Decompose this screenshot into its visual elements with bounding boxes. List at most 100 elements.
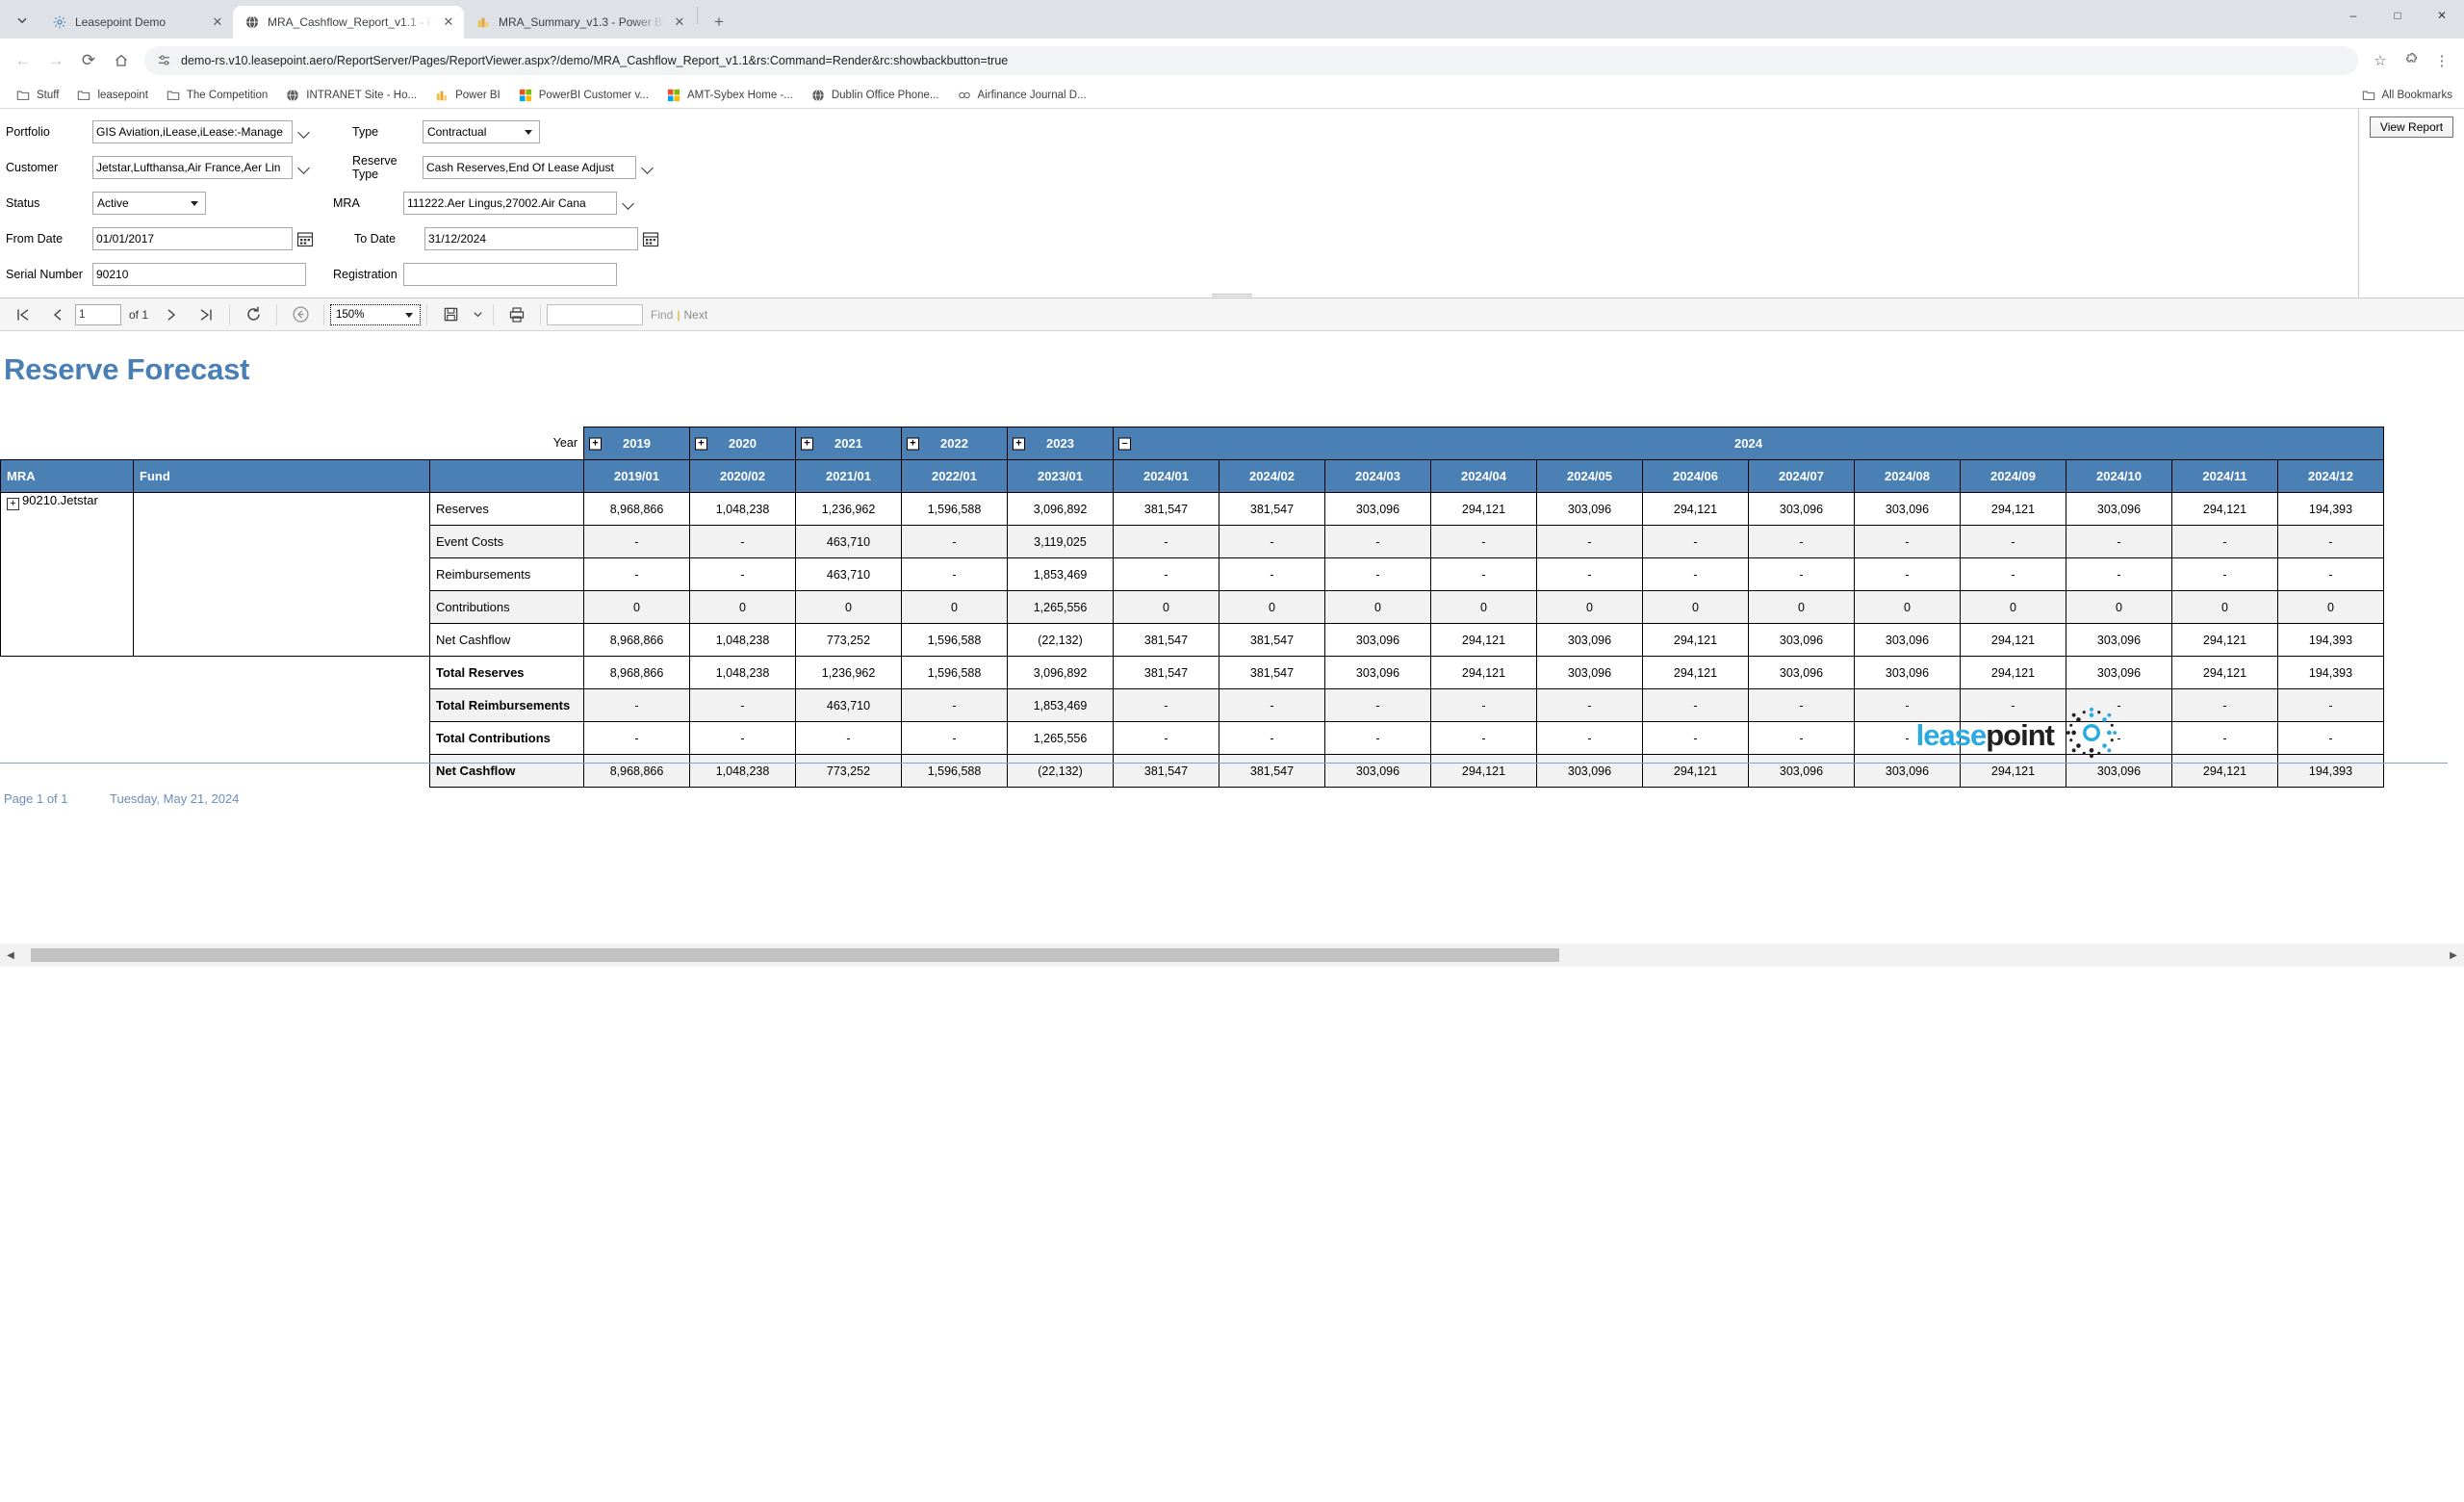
find-input[interactable] — [547, 303, 644, 325]
spacer-cell — [0, 656, 134, 689]
page-number-input[interactable]: 1 — [75, 303, 121, 325]
reserve-type-field[interactable]: Cash Reserves,End Of Lease Adjust — [423, 155, 655, 179]
bookmark-item-leasepoint[interactable]: leasepoint — [68, 85, 155, 106]
chevron-down-icon[interactable] — [296, 159, 312, 176]
chevron-down-icon[interactable] — [640, 159, 655, 176]
scroll-right-arrow-icon[interactable]: ▶ — [2443, 944, 2464, 967]
portfolio-field[interactable]: GIS Aviation,iLease,iLease:-Manage — [92, 119, 312, 143]
bookmark-item-the-competition[interactable]: The Competition — [158, 85, 275, 106]
status-select[interactable]: Active — [92, 191, 206, 215]
customer-input[interactable]: Jetstar,Lufthansa,Air France,Aer Lin — [92, 155, 293, 179]
year-group-2022[interactable]: +2022 — [901, 427, 1008, 460]
expand-icon[interactable]: + — [1013, 437, 1025, 450]
panel-resize-grip[interactable] — [1212, 294, 1252, 298]
home-icon[interactable] — [106, 45, 137, 76]
prev-page-icon[interactable] — [40, 301, 75, 328]
url-text: demo-rs.v10.leasepoint.aero/ReportServer… — [181, 53, 1009, 67]
find-button[interactable]: Find — [651, 308, 673, 322]
horizontal-scrollbar[interactable]: ◀ ▶ — [0, 944, 2464, 967]
scrollbar-track[interactable] — [21, 944, 2443, 967]
bookmark-item-stuff[interactable]: Stuff — [8, 85, 66, 106]
customer-field[interactable]: Jetstar,Lufthansa,Air France,Aer Lin — [92, 155, 312, 179]
expand-icon[interactable]: + — [589, 437, 602, 450]
mra-input[interactable]: 111222.Aer Lingus,27002.Air Cana — [403, 191, 617, 215]
cell-value: 303,096 — [1324, 754, 1431, 788]
scroll-left-arrow-icon[interactable]: ◀ — [0, 944, 21, 967]
tune-icon[interactable] — [156, 53, 171, 68]
scrollbar-thumb[interactable] — [31, 948, 1559, 962]
cell-value: 3,096,892 — [1007, 492, 1114, 526]
print-icon[interactable] — [500, 301, 534, 328]
tab-close-icon[interactable]: ✕ — [441, 14, 456, 30]
reserve-type-input[interactable]: Cash Reserves,End Of Lease Adjust — [423, 155, 636, 179]
bookmark-item-intranet-site[interactable]: INTRANET Site - Ho... — [277, 85, 424, 106]
tab-close-icon[interactable]: ✕ — [210, 14, 225, 30]
to-date-field[interactable]: 31/12/2024 — [424, 226, 659, 250]
expand-icon[interactable]: + — [801, 437, 813, 450]
back-circle-icon[interactable] — [283, 301, 318, 328]
mra-group-cell[interactable]: +90210.Jetstar — [0, 492, 134, 657]
next-page-icon[interactable] — [154, 301, 189, 328]
year-group-2024[interactable]: – 2024 — [1113, 427, 2384, 460]
reload-icon[interactable]: ⟳ — [73, 45, 104, 76]
address-bar[interactable]: demo-rs.v10.leasepoint.aero/ReportServer… — [144, 45, 2358, 75]
year-group-2023[interactable]: +2023 — [1007, 427, 1114, 460]
browser-tab-1[interactable]: MRA_Cashflow_Report_v1.1 - Re ✕ — [233, 6, 464, 39]
forward-icon[interactable]: → — [40, 45, 71, 76]
expand-icon[interactable]: + — [7, 498, 19, 510]
first-page-icon[interactable] — [6, 301, 40, 328]
calendar-icon[interactable] — [296, 230, 314, 247]
bookmark-label: Airfinance Journal D... — [977, 89, 1087, 101]
bookmark-item-airfinance-journal[interactable]: Airfinance Journal D... — [949, 85, 1094, 106]
kebab-icon[interactable]: ⋮ — [2427, 46, 2456, 75]
type-select[interactable]: Contractual — [423, 119, 540, 143]
export-dropdown-chevron-down-icon[interactable] — [468, 301, 487, 328]
mra-field[interactable]: 111222.Aer Lingus,27002.Air Cana — [403, 191, 636, 215]
star-icon[interactable]: ☆ — [2366, 46, 2395, 75]
status-field[interactable]: Active — [92, 191, 206, 215]
view-report-button[interactable]: View Report — [2369, 117, 2454, 138]
bookmark-item-dublin-office-phone[interactable]: Dublin Office Phone... — [803, 85, 947, 106]
calendar-icon[interactable] — [642, 230, 659, 247]
year-group-2019[interactable]: +2019 — [583, 427, 690, 460]
refresh-icon[interactable] — [236, 301, 270, 328]
bookmark-item-power-bi[interactable]: Power BI — [426, 85, 508, 106]
from-date-input[interactable]: 01/01/2017 — [92, 226, 293, 250]
all-bookmarks-button[interactable]: All Bookmarks — [2353, 85, 2457, 106]
tab-close-icon[interactable]: ✕ — [672, 14, 687, 30]
column-header-fund: Fund — [133, 459, 430, 493]
puzzle-icon[interactable] — [2397, 46, 2426, 75]
bookmark-item-amt-sybex[interactable]: AMT-Sybex Home -... — [658, 85, 801, 106]
new-tab-button[interactable]: + — [706, 9, 732, 36]
find-next-button[interactable]: Next — [683, 308, 707, 322]
year-group-2021[interactable]: +2021 — [795, 427, 902, 460]
bookmark-item-powerbi-customer[interactable]: PowerBI Customer v... — [510, 85, 656, 106]
collapse-icon[interactable]: – — [1118, 437, 1131, 450]
browser-tab-2[interactable]: MRA_Summary_v1.3 - Power BI ✕ — [464, 6, 695, 39]
column-header-mra: MRA — [0, 459, 134, 493]
serial-number-input[interactable]: 90210 — [92, 262, 306, 286]
chevron-down-icon[interactable] — [621, 194, 636, 212]
registration-input[interactable] — [403, 262, 617, 286]
close-window-button[interactable]: ✕ — [2420, 0, 2464, 31]
portfolio-input[interactable]: GIS Aviation,iLease,iLease:-Manage — [92, 119, 293, 143]
to-date-input[interactable]: 31/12/2024 — [424, 226, 638, 250]
save-disk-icon[interactable] — [433, 301, 468, 328]
chevron-down-icon[interactable] — [296, 123, 312, 141]
cell-value: 294,121 — [2171, 656, 2278, 689]
registration-field[interactable] — [403, 262, 617, 286]
expand-icon[interactable]: + — [695, 437, 707, 450]
serial-number-field[interactable]: 90210 — [92, 262, 306, 286]
from-date-field[interactable]: 01/01/2017 — [92, 226, 314, 250]
type-field[interactable]: Contractual — [423, 119, 540, 143]
expand-icon[interactable]: + — [907, 437, 919, 450]
last-page-icon[interactable] — [189, 301, 223, 328]
zoom-select[interactable]: 150% — [330, 303, 422, 325]
browser-tab-0[interactable]: Leasepoint Demo ✕ — [40, 6, 233, 39]
back-icon[interactable]: ← — [8, 45, 38, 76]
minimize-button[interactable]: – — [2331, 0, 2375, 31]
maximize-button[interactable]: □ — [2375, 0, 2420, 31]
cell-value: 303,096 — [1536, 656, 1643, 689]
year-group-2020[interactable]: +2020 — [689, 427, 796, 460]
tab-search-chevron-down-icon[interactable] — [4, 2, 40, 39]
